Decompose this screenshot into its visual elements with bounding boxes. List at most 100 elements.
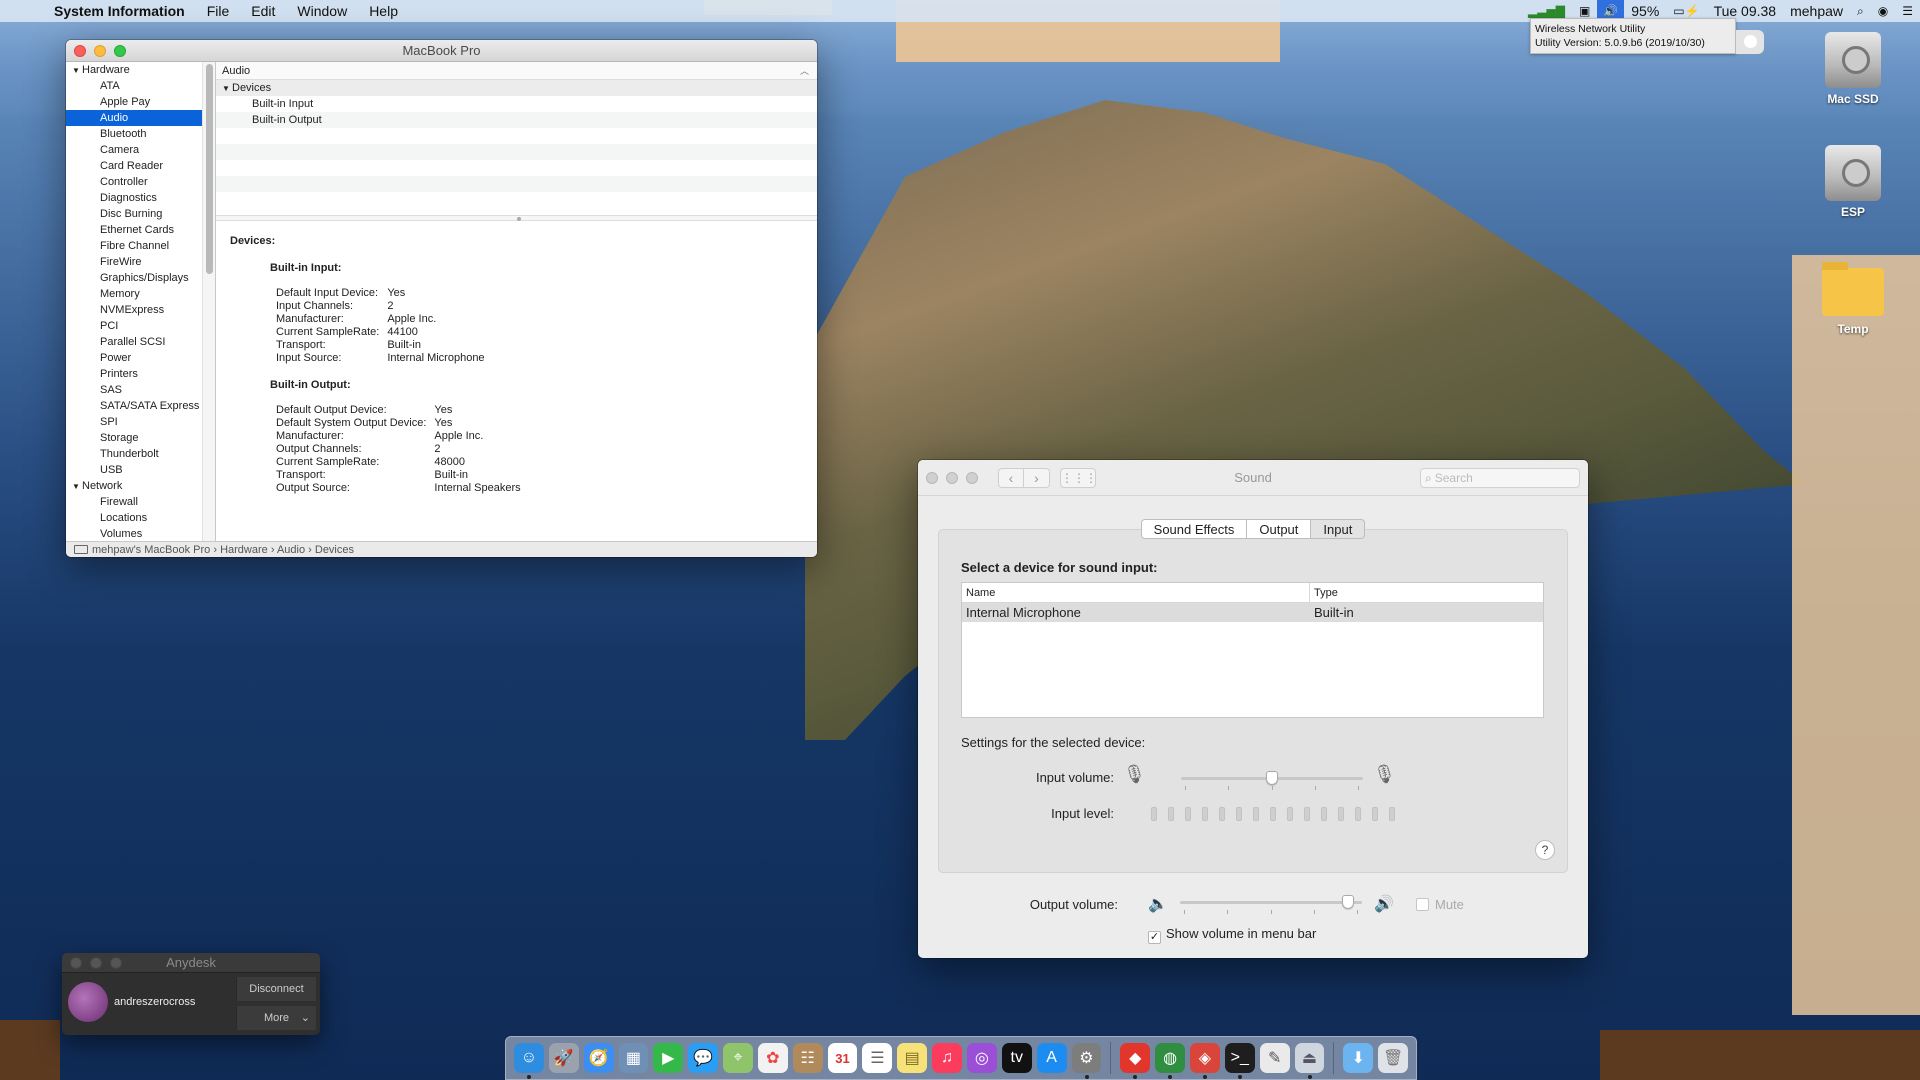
list-item[interactable]: Built-in Input <box>216 96 817 112</box>
close-button[interactable] <box>74 45 86 57</box>
sidebar-item-thunderbolt[interactable]: Thunderbolt <box>66 446 215 462</box>
back-button[interactable]: ‹ <box>998 468 1024 488</box>
anydesk-icon[interactable]: ◆ <box>1120 1043 1151 1079</box>
desktop-icon-esp[interactable]: ESP <box>1808 145 1898 219</box>
menu-app-name[interactable]: System Information <box>52 3 196 19</box>
output-volume-slider[interactable] <box>1180 895 1362 909</box>
column-header[interactable]: Audio ︿ <box>216 62 817 80</box>
sidebar-item-parallel-scsi[interactable]: Parallel SCSI <box>66 334 215 350</box>
system-preferences-icon[interactable]: ⚙ <box>1071 1043 1102 1079</box>
sidebar-item-fibre-channel[interactable]: Fibre Channel <box>66 238 215 254</box>
sidebar-item-bluetooth[interactable]: Bluetooth <box>66 126 215 142</box>
siri-icon[interactable]: ◉ <box>1871 4 1895 18</box>
sidebar-item-sata-sata-express[interactable]: SATA/SATA Express <box>66 398 215 414</box>
git-icon[interactable]: ◈ <box>1190 1043 1220 1079</box>
zoom-button[interactable] <box>110 957 122 969</box>
disclosure-triangle-icon[interactable]: ▼ <box>222 81 232 97</box>
forward-button[interactable]: › <box>1024 468 1050 488</box>
help-button[interactable]: ? <box>1535 840 1555 860</box>
sidebar-item-nvmexpress[interactable]: NVMExpress <box>66 302 215 318</box>
sidebar-group-network[interactable]: ▼ Network <box>66 478 215 494</box>
minimize-button[interactable] <box>90 957 102 969</box>
podcasts-icon[interactable]: ◎ <box>966 1043 997 1073</box>
sidebar-item-graphics-displays[interactable]: Graphics/Displays <box>66 270 215 286</box>
finder-icon[interactable]: ☺ <box>514 1043 544 1079</box>
checkmark-icon[interactable]: ✓ <box>1148 931 1161 944</box>
zoom-button[interactable] <box>114 45 126 57</box>
network-utility-icon[interactable]: ⏏ <box>1294 1043 1325 1079</box>
music-icon[interactable]: ♫ <box>932 1043 962 1073</box>
minimize-button[interactable] <box>946 472 958 484</box>
path-item[interactable]: Hardware <box>220 544 268 556</box>
spotlight-search-icon[interactable]: ⌕ <box>1850 4 1871 19</box>
search-field[interactable]: ⌕ Search <box>1420 468 1580 488</box>
disconnect-button[interactable]: Disconnect <box>236 977 316 1001</box>
reminders-icon[interactable]: ☰ <box>862 1043 893 1073</box>
menu-edit[interactable]: Edit <box>240 3 286 19</box>
window-titlebar[interactable]: Anydesk <box>62 953 320 973</box>
safari-icon[interactable]: 🧭 <box>583 1043 614 1073</box>
sidebar-item-controller[interactable]: Controller <box>66 174 215 190</box>
sidebar-item-camera[interactable]: Camera <box>66 142 215 158</box>
sidebar-item-locations[interactable]: Locations <box>66 510 215 526</box>
path-item[interactable]: mehpaw's MacBook Pro <box>92 544 210 556</box>
sidebar-item-diagnostics[interactable]: Diagnostics <box>66 190 215 206</box>
downloads-folder-icon[interactable]: ⬇ <box>1343 1043 1374 1073</box>
sidebar-item-pci[interactable]: PCI <box>66 318 215 334</box>
app-store-icon[interactable]: A <box>1036 1043 1067 1073</box>
battery-percent[interactable]: 95% <box>1624 3 1666 19</box>
menu-help[interactable]: Help <box>358 3 409 19</box>
scrollbar-thumb[interactable] <box>206 64 213 274</box>
show-all-grid-button[interactable]: ⋮⋮⋮ <box>1060 468 1097 488</box>
sidebar-scrollbar[interactable] <box>202 62 215 541</box>
maps-icon[interactable]: ⌖ <box>723 1043 753 1073</box>
sidebar-item-power[interactable]: Power <box>66 350 215 366</box>
facetime-icon[interactable]: ▶ <box>653 1043 684 1073</box>
sidebar-item-ata[interactable]: ATA <box>66 78 215 94</box>
tab-sound-effects[interactable]: Sound Effects <box>1140 519 1248 539</box>
sidebar-item-sas[interactable]: SAS <box>66 382 215 398</box>
zoom-button[interactable] <box>966 472 978 484</box>
sidebar-group-hardware[interactable]: ▼ Hardware <box>66 62 215 78</box>
list-item[interactable]: Built-in Output <box>216 112 817 128</box>
sidebar-item-spi[interactable]: SPI <box>66 414 215 430</box>
tv-icon[interactable]: tv <box>1001 1043 1032 1073</box>
table-row[interactable]: Internal Microphone Built-in <box>962 603 1543 622</box>
disclosure-triangle-icon[interactable]: ▼ <box>72 479 82 495</box>
path-item[interactable]: Devices <box>315 544 354 556</box>
disclosure-triangle-icon[interactable]: ▼ <box>72 63 82 79</box>
sidebar-item-usb[interactable]: USB <box>66 462 215 478</box>
messages-icon[interactable]: 💬 <box>688 1043 719 1073</box>
wifi-signal-icon[interactable]: ▂▃▅▇ <box>1521 4 1572 18</box>
activity-monitor-icon[interactable]: ▣ <box>1572 4 1597 18</box>
sidebar-item-card-reader[interactable]: Card Reader <box>66 158 215 174</box>
photos-icon[interactable]: ✿ <box>757 1043 788 1073</box>
sidebar-item-disc-burning[interactable]: Disc Burning <box>66 206 215 222</box>
preview-icon[interactable]: ▦ <box>618 1043 649 1073</box>
input-volume-slider[interactable] <box>1181 771 1363 785</box>
sidebar-item-apple-pay[interactable]: Apple Pay <box>66 94 215 110</box>
toggle-switch[interactable] <box>1736 30 1764 54</box>
sidebar-item-memory[interactable]: Memory <box>66 286 215 302</box>
menu-file[interactable]: File <box>196 3 241 19</box>
tab-input[interactable]: Input <box>1311 519 1366 539</box>
sidebar-item-audio[interactable]: Audio <box>66 110 215 126</box>
sidebar-item-firewall[interactable]: Firewall <box>66 494 215 510</box>
calendar-icon[interactable]: 31 <box>827 1043 858 1073</box>
minimize-button[interactable] <box>94 45 106 57</box>
clock[interactable]: Tue 09.38 <box>1707 3 1784 19</box>
sort-caret-icon[interactable]: ︿ <box>800 62 809 80</box>
column-header-name[interactable]: Name <box>962 583 1310 602</box>
window-titlebar[interactable]: ‹ › ⋮⋮⋮ Sound ⌕ Search <box>918 460 1588 496</box>
notes-icon[interactable]: ▤ <box>897 1043 928 1073</box>
contacts-icon[interactable]: ☷ <box>792 1043 823 1073</box>
launchpad-icon[interactable]: 🚀 <box>548 1043 579 1073</box>
menu-window[interactable]: Window <box>286 3 358 19</box>
user-name[interactable]: mehpaw <box>1783 3 1850 19</box>
mute-checkbox[interactable]: Mute <box>1416 897 1464 912</box>
close-button[interactable] <box>70 957 82 969</box>
show-volume-checkbox[interactable]: ✓ Show volume in menu bar <box>1148 926 1316 944</box>
notification-center-icon[interactable]: ☰ <box>1895 4 1920 18</box>
sidebar-item-ethernet-cards[interactable]: Ethernet Cards <box>66 222 215 238</box>
sidebar-item-volumes[interactable]: Volumes <box>66 526 215 541</box>
